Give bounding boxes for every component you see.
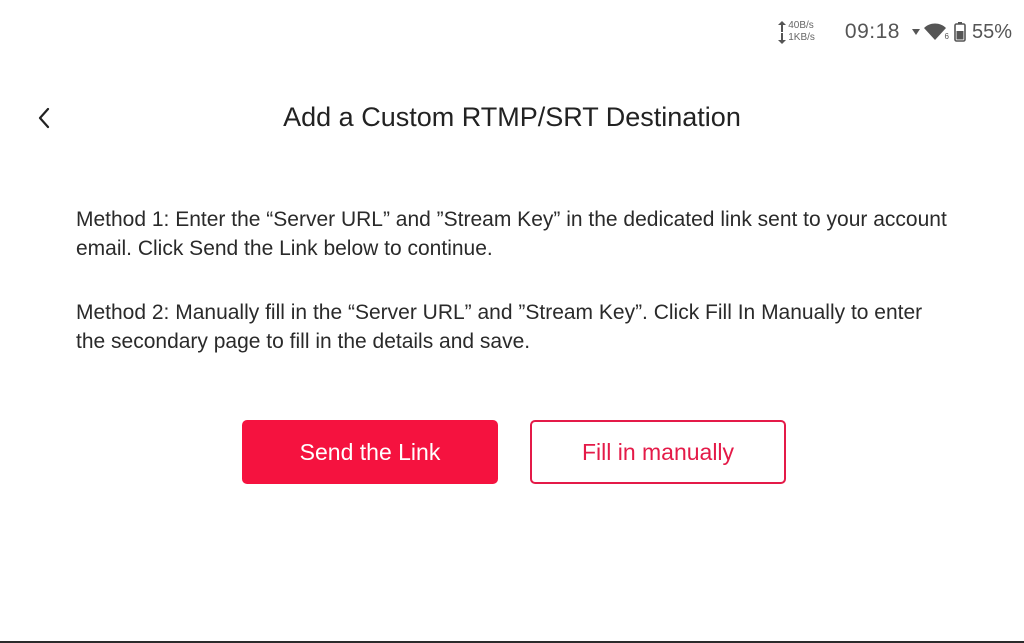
download-speed-row: 1KB/s — [778, 32, 815, 44]
header: Add a Custom RTMP/SRT Destination — [0, 96, 1024, 142]
method-2-text: Method 2: Manually fill in the “Server U… — [76, 301, 923, 353]
page-title: Add a Custom RTMP/SRT Destination — [283, 102, 741, 132]
download-speed: 1KB/s — [788, 32, 815, 43]
battery-icon — [954, 22, 966, 42]
screen: 40B/s 1KB/s 09:18 6 55% Add a Custom RTM… — [0, 0, 1024, 643]
signal-dropdown-icon — [911, 28, 920, 36]
battery-level: 55% — [971, 20, 1012, 43]
wifi-badge: 6 — [944, 32, 949, 41]
clock: 09:18 — [844, 20, 900, 43]
fill-manually-button[interactable]: Fill in manually — [530, 420, 786, 484]
status-bar: 40B/s 1KB/s 09:18 6 55% — [778, 14, 1012, 50]
wifi-icon: 6 — [923, 23, 949, 41]
arrow-up-icon — [778, 20, 787, 32]
send-link-button[interactable]: Send the Link — [242, 420, 498, 484]
network-speed: 40B/s 1KB/s — [778, 20, 815, 44]
upload-speed-row: 40B/s — [778, 20, 815, 32]
method-1-text: Method 1: Enter the “Server URL” and ”St… — [76, 208, 947, 260]
upload-speed: 40B/s — [788, 20, 814, 31]
arrow-down-icon — [778, 32, 787, 44]
